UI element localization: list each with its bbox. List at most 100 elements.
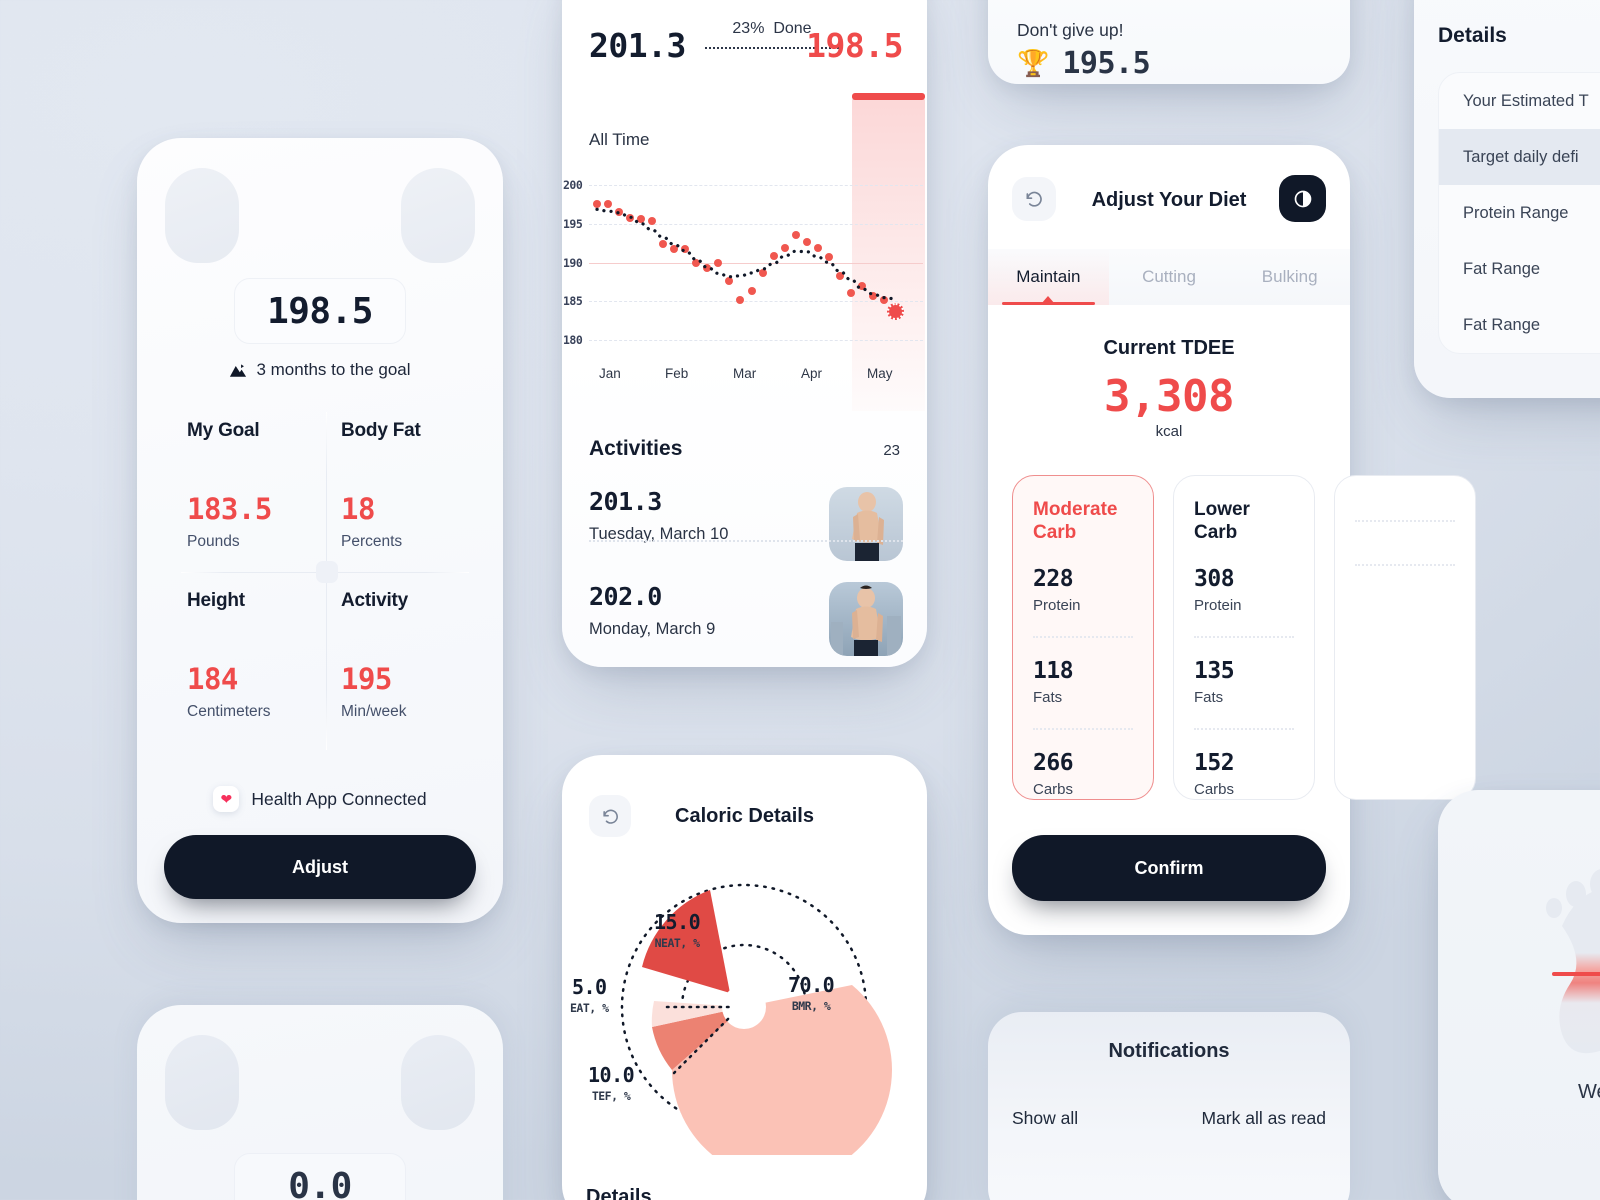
trophy-message: Don't give up! (1017, 20, 1124, 40)
macro-plan-card[interactable]: Moderate Carb 228 Protein 118 Fats 266 Carbs (1012, 475, 1154, 800)
chart-target-weight: 198.5 (806, 26, 903, 65)
welcome-text: We (1578, 1081, 1600, 1103)
health-app-status: ❤ Health App Connected (137, 786, 503, 812)
macro-row: 266 Carbs (1033, 728, 1133, 798)
scale-pad-right (401, 168, 475, 263)
chart-header: 201.3 23% Done 198.5 (589, 20, 903, 76)
secondary-weight-display: 0.0 (234, 1153, 406, 1200)
tab-bulking[interactable]: Bulking (1229, 249, 1350, 305)
details-title: Details (1438, 24, 1507, 47)
stat-title: My Goal (187, 420, 260, 441)
trend-line (595, 207, 897, 301)
activities-header: Activities 23 (589, 437, 900, 461)
activity-row[interactable]: 201.3 Tuesday, March 10 (589, 487, 903, 567)
stat-unit: Min/week (341, 703, 407, 720)
pie-key: NEAT, % (654, 936, 700, 950)
macro-value: 135 (1194, 658, 1235, 685)
adjust-button[interactable]: Adjust (164, 835, 476, 899)
stat-title: Height (187, 590, 245, 611)
pie-value: 10.0 (588, 1063, 635, 1087)
tdee-value: 3,308 (1104, 371, 1234, 422)
macro-plan-card[interactable]: Lower Carb 308 Protein 135 Fats 152 Carbs (1173, 475, 1315, 800)
macro-value: 118 (1033, 658, 1074, 685)
chart-range-label[interactable]: All Time (589, 130, 649, 150)
macro-plan-card[interactable] (1334, 475, 1476, 800)
stat-value: 18 (341, 492, 375, 526)
details-list: Your Estimated T Target daily defi Protein… (1438, 72, 1600, 354)
stat-activity[interactable]: Activity 195 Min/week (327, 590, 467, 721)
macro-key: Carbs (1194, 781, 1235, 799)
goal-eta-row: 3 months to the goal (137, 360, 503, 380)
pie-svg (620, 883, 892, 1180)
stat-value: 183.5 (187, 492, 272, 526)
details-list-item[interactable]: Target daily defi (1439, 129, 1600, 185)
show-all-link[interactable]: Show all (1012, 1108, 1078, 1129)
pie-value: 5.0 (571, 975, 607, 999)
stat-height[interactable]: Height 184 Centimeters (187, 590, 327, 721)
mark-all-read-link[interactable]: Mark all as read (1202, 1108, 1327, 1129)
details-list-item[interactable]: Your Estimated T (1439, 73, 1600, 129)
macro-plan-list: Moderate Carb 228 Protein 118 Fats 266 Carbs Low… (1012, 475, 1476, 800)
pie-key: TEF, % (591, 1089, 631, 1103)
notifications-card: Notifications Show all Mark all as read (988, 1012, 1350, 1200)
scale-card-secondary: 0.0 (137, 1005, 503, 1200)
pie-label-eat: 5.0 EAT, % (570, 975, 609, 1015)
macro-key: Protein (1033, 597, 1081, 615)
health-app-label: Health App Connected (251, 788, 427, 809)
details-card: Details Your Estimated T Target daily def… (1414, 0, 1600, 398)
trophy-value: 195.5 (1062, 46, 1151, 81)
scale-pad-right (401, 1035, 475, 1130)
tab-cutting[interactable]: Cutting (1109, 249, 1230, 305)
y-axis-tick: 185 (563, 294, 583, 309)
trophy-icon: 🏆 (1017, 48, 1050, 78)
weight-chart-card: 201.3 23% Done 198.5 All Time 180 185 190 1… (562, 0, 927, 667)
caloric-pie-chart[interactable]: 70.0 BMR, % 15.0 NEAT, % 5.0 EAT, % 10.0… (562, 855, 927, 1180)
diet-header: Adjust Your Diet (988, 175, 1350, 237)
activity-photo[interactable] (829, 582, 903, 656)
scale-pad-left (165, 1035, 239, 1130)
macro-key: Carbs (1033, 781, 1074, 799)
tdee-unit: kcal (1155, 423, 1183, 440)
x-axis-tick: Feb (665, 366, 689, 381)
macro-value: 228 (1033, 566, 1074, 593)
diet-tabs[interactable]: Maintain Cutting Bulking (988, 249, 1350, 305)
tab-caret (1041, 296, 1056, 304)
caloric-title: Caloric Details (675, 805, 814, 827)
macro-value: 152 (1194, 750, 1235, 777)
stat-title: Activity (341, 590, 409, 611)
confirm-button[interactable]: Confirm (1012, 835, 1326, 901)
details-list-item[interactable]: Fat Range (1439, 297, 1600, 353)
activity-photo[interactable] (829, 487, 903, 561)
stat-my-goal[interactable]: My Goal 183.5 Pounds (187, 420, 327, 551)
macro-plan-name: Lower Carb (1194, 499, 1250, 544)
y-axis-tick: 200 (563, 178, 583, 193)
secondary-weight-value: 0.0 (288, 1165, 352, 1200)
macro-row: 308 Protein (1194, 566, 1294, 614)
caloric-details-label: Details (586, 1186, 652, 1200)
stat-value: 184 (187, 662, 238, 696)
mountain-icon (230, 363, 247, 377)
activity-row[interactable]: 202.0 Monday, March 9 (589, 582, 903, 662)
details-list-item[interactable]: Protein Range (1439, 185, 1600, 241)
heart-icon: ❤ (213, 786, 240, 812)
activity-separator (589, 540, 903, 542)
caloric-details-card: Caloric Details 70.0 BMR, % 15.0 NEAT, % (562, 755, 927, 1200)
macro-row: 152 Carbs (1194, 728, 1294, 798)
activities-title: Activities (589, 437, 683, 460)
details-list-item[interactable]: Fat Range (1439, 241, 1600, 297)
macro-row: 135 Fats (1194, 636, 1294, 706)
macro-key: Protein (1194, 597, 1242, 615)
tdee-title: Current TDEE (1103, 337, 1235, 359)
tab-maintain[interactable]: Maintain (988, 249, 1109, 305)
macro-row: 118 Fats (1033, 636, 1133, 706)
theme-toggle-button[interactable] (1279, 175, 1326, 222)
pie-value: 15.0 (654, 910, 701, 934)
pie-label-bmr: 70.0 BMR, % (788, 973, 835, 1013)
y-axis-tick: 180 (563, 332, 583, 347)
footprint-graphic (1502, 856, 1600, 1091)
current-weight-display: 198.5 (234, 278, 406, 344)
weight-scatter-plot[interactable]: 180 185 190 195 200 Jan Feb Mar Apr May (563, 93, 925, 411)
macro-value: 266 (1033, 750, 1074, 777)
stat-body-fat[interactable]: Body Fat 18 Percents (327, 420, 467, 551)
stat-title: Body Fat (341, 420, 421, 441)
